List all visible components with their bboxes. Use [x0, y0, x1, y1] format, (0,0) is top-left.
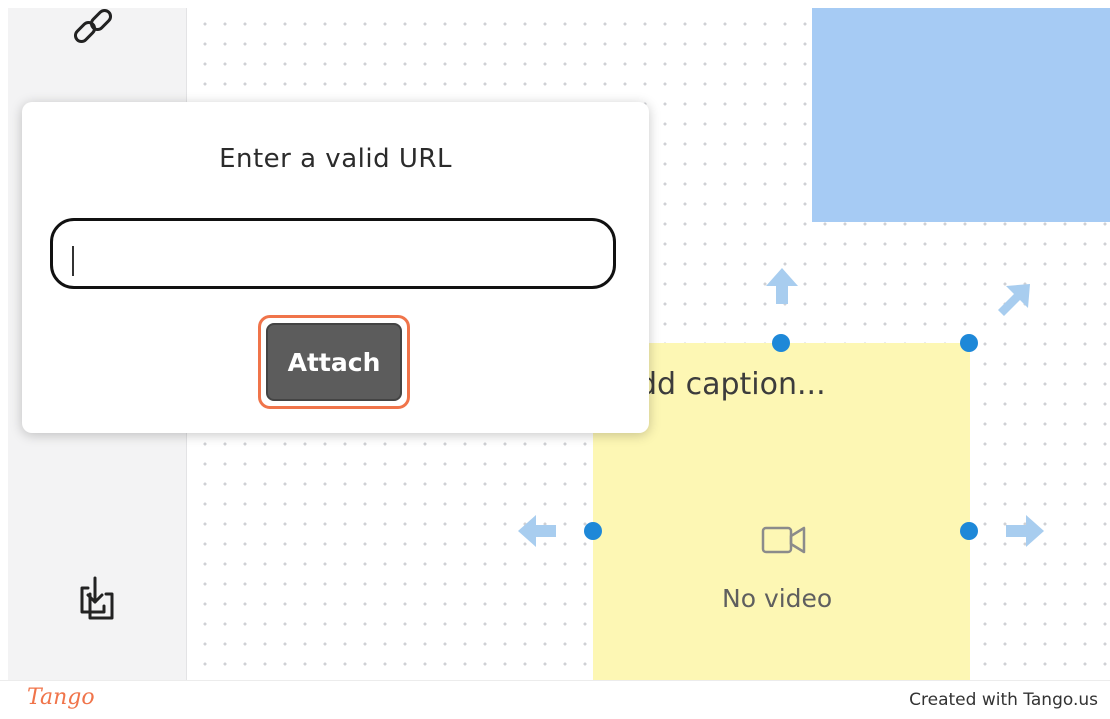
arrow-up-right-icon[interactable] — [994, 282, 1032, 320]
arrow-right-icon[interactable] — [1004, 513, 1046, 549]
attach-url-dialog: Enter a valid URL Attach — [22, 102, 649, 433]
video-camera-icon — [761, 526, 806, 554]
blue-sticky-note[interactable] — [812, 8, 1110, 222]
dialog-title: Enter a valid URL — [219, 144, 452, 174]
caption-text[interactable]: dd caption... — [638, 367, 826, 402]
footer-credit: Created with Tango.us — [909, 690, 1098, 710]
app-frame: dd caption... No video Enter a valid URL… — [8, 8, 1110, 680]
resize-handle-top[interactable] — [772, 334, 790, 352]
no-video-label: No video — [722, 584, 833, 613]
resize-handle-top-right[interactable] — [960, 334, 978, 352]
download-icon[interactable] — [76, 574, 116, 622]
tango-footer: Tango Created with Tango.us — [0, 680, 1110, 719]
tango-logo: Tango — [27, 685, 95, 710]
url-input[interactable] — [50, 218, 616, 289]
resize-handle-right[interactable] — [960, 522, 978, 540]
arrow-left-icon[interactable] — [516, 513, 558, 549]
text-caret — [72, 246, 74, 276]
arrow-up-icon[interactable] — [764, 266, 800, 306]
resize-handle-left[interactable] — [584, 522, 602, 540]
attach-button[interactable]: Attach — [266, 323, 402, 401]
link-icon[interactable] — [70, 8, 122, 50]
